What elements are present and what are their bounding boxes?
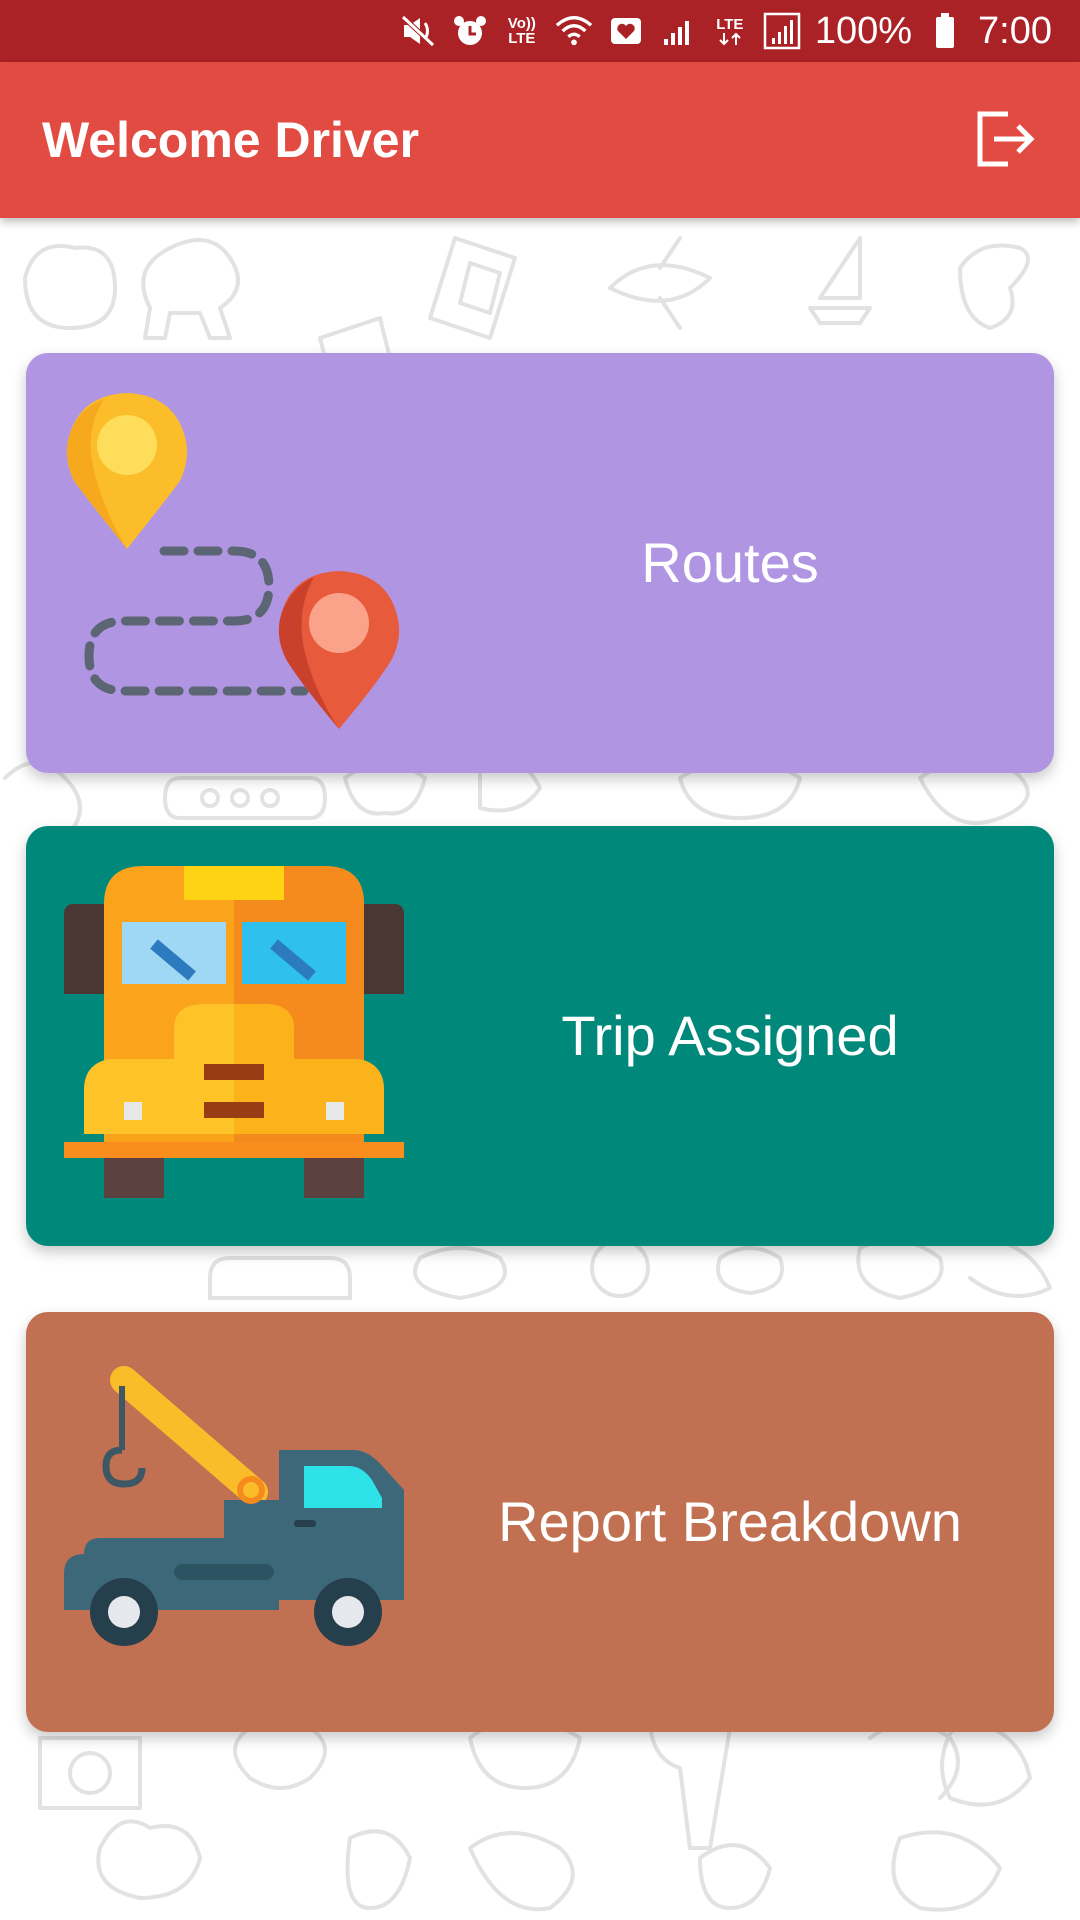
battery-percent: 100% (814, 9, 913, 52)
report-breakdown-card[interactable]: Report Breakdown (26, 1312, 1054, 1732)
trip-assigned-card[interactable]: Trip Assigned (26, 826, 1054, 1246)
status-bar: Vo)) LTE LTE 100% 7:00 (0, 0, 1080, 62)
mute-vibrate-icon (399, 12, 437, 50)
app-bar: Welcome Driver (0, 62, 1080, 218)
clock: 7:00 (978, 9, 1052, 52)
lte-signal-icon (763, 12, 801, 50)
route-map-pins-icon (66, 393, 400, 729)
trip-assigned-label: Trip Assigned (561, 1004, 899, 1067)
logout-button[interactable] (972, 106, 1038, 172)
routes-card[interactable]: Routes (26, 353, 1054, 773)
logout-icon (977, 111, 1035, 167)
volte-icon: Vo)) LTE (507, 15, 536, 47)
battery-icon (926, 12, 964, 50)
routes-label: Routes (641, 531, 819, 594)
wifi-icon (555, 12, 593, 50)
tow-truck-icon (64, 1366, 404, 1646)
lte-icon: LTE (711, 12, 749, 50)
signal-icon (659, 12, 697, 50)
report-breakdown-label: Report Breakdown (498, 1490, 962, 1553)
page-title: Welcome Driver (42, 112, 420, 168)
health-app-icon (607, 12, 645, 50)
status-icons: Vo)) LTE LTE 100% 7:00 (399, 0, 1052, 62)
alarm-icon (451, 12, 489, 50)
school-bus-icon (64, 866, 404, 1198)
